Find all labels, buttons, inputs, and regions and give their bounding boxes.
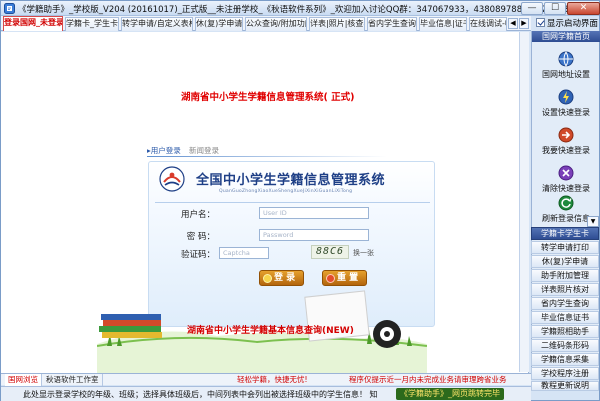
show-startup-label: 显示启动界面 xyxy=(547,19,599,29)
system-title: 全国中小学生学籍信息管理系统 xyxy=(196,173,386,188)
status-badge: 《学籍助手》_网页跳转完毕 xyxy=(396,388,504,400)
status-bar: 此处显示登录学校的年级、班级；选择具体班级后，中间列表中会列出被选择班级中的学生… xyxy=(1,386,531,401)
login-header: 全国中小学生学籍信息管理系统 QuanGuoZhongXiaoXueShengX… xyxy=(149,162,436,202)
bottom-tab-strip: 国网浏览 秋语软件工作室 轻松学籍，快捷无忧! 程序仅提示近一月内未完成业务请审… xyxy=(1,373,531,386)
refresh-icon xyxy=(558,195,574,211)
checkbox-checked-icon[interactable] xyxy=(536,18,545,27)
sidebar-item-label: 我要快速登录 xyxy=(542,146,590,155)
function-list: 学籍卡学生卡 转学申请打印 休(复)学申请 助手附加管理 详表照片核对 省内学生… xyxy=(531,227,599,392)
show-startup-checkbox[interactable]: 显示启动界面 xyxy=(536,17,598,30)
tab-online-debug[interactable]: 在线调试-帐号 xyxy=(469,17,507,31)
captcha-label: 验证码： xyxy=(180,250,215,260)
tab-scroll-left-icon[interactable]: ◀ xyxy=(508,18,518,29)
app-window: 《学籍助手》_学校版_V204 (20161017)_正式版__未注册学校_《秋… xyxy=(0,0,600,401)
system-pinyin: QuanGuoZhongXiaoXueShengXueJiXinXiGuanLi… xyxy=(219,189,353,194)
list-item[interactable]: 学校程序注册 xyxy=(531,367,599,380)
page-main-title: 湖南省中小学生学籍信息管理系统( 正式) xyxy=(181,92,355,103)
tab-province-query[interactable]: 省内学生查询 xyxy=(367,17,417,31)
list-item[interactable]: 学籍照相助手 xyxy=(531,325,599,338)
crumb-user-login[interactable]: ▸用户登录 xyxy=(147,145,181,156)
window-title-text: 《学籍助手》_学校版_V204 (20161017)_正式版__未注册学校_《秋… xyxy=(18,5,417,15)
close-button[interactable]: ✕ xyxy=(567,2,600,15)
list-item[interactable]: 学籍信息采集 xyxy=(531,353,599,366)
title-bar: 《学籍助手》_学校版_V204 (20161017)_正式版__未注册学校_《秋… xyxy=(1,1,600,16)
tab-student-card[interactable]: 学籍卡_学生卡 xyxy=(65,17,119,31)
list-item[interactable]: 详表照片核对 xyxy=(531,283,599,296)
globe-icon xyxy=(558,51,574,67)
sidebar-header[interactable]: 国网学籍首页 xyxy=(532,31,600,42)
username-label: 用户名： xyxy=(180,210,215,220)
password-label: 密 码： xyxy=(186,232,215,242)
login-arrow-icon xyxy=(558,127,574,143)
tab-studio[interactable]: 秋语软件工作室 xyxy=(43,374,103,386)
sidebar-item-label: 国网地址设置 xyxy=(542,70,590,79)
app-icon xyxy=(4,3,15,14)
captcha-input[interactable]: Captcha xyxy=(219,247,269,259)
notice-text: 轻松学籍，快捷无忧! xyxy=(237,375,308,384)
maximize-button[interactable]: ☐ xyxy=(544,2,566,15)
minimize-button[interactable]: — xyxy=(521,2,543,15)
username-input[interactable]: User ID xyxy=(259,207,369,219)
window-title: 《学籍助手》_学校版_V204 (20161017)_正式版__未注册学校_《秋… xyxy=(18,3,579,15)
tab-suspend[interactable]: 休(复)学申请 xyxy=(195,17,243,31)
education-logo-icon xyxy=(159,166,185,192)
list-item[interactable]: 毕业信息证书 xyxy=(531,311,599,324)
notice-text-2: 程序仅提示近一月内未完成业务请审理跨省业务 xyxy=(349,375,507,384)
list-item[interactable]: 休(复)学申请 xyxy=(531,255,599,268)
crumb-divider xyxy=(147,156,387,157)
sidebar-item-set-quick-login[interactable]: 设置快速登录 xyxy=(532,87,600,125)
tab-login[interactable]: 登录国网_未登录 xyxy=(3,16,63,31)
list-item[interactable]: 教程更新说明 xyxy=(531,381,599,391)
header-divider xyxy=(155,202,430,203)
login-button-label: 登 录 xyxy=(274,273,296,283)
tab-transfer[interactable]: 转学申请/自定义表格 xyxy=(121,17,193,31)
reset-button-label: 重 置 xyxy=(337,273,359,283)
main-tab-strip: 登录国网_未登录 学籍卡_学生卡 转学申请/自定义表格 休(复)学申请 公众查询… xyxy=(1,16,531,31)
sidebar-item-quick-login[interactable]: 我要快速登录 xyxy=(532,125,600,163)
captcha-image[interactable]: 88C6 xyxy=(311,245,349,259)
tab-public-query[interactable]: 公众查询/附加功能 xyxy=(245,17,307,31)
clear-icon xyxy=(558,165,574,181)
tab-scroll-right-icon[interactable]: ▶ xyxy=(519,18,529,29)
sidebar-item-label: 设置快速登录 xyxy=(542,108,590,117)
list-item[interactable]: 省内学生查询 xyxy=(531,297,599,310)
sidebar-item-url-settings[interactable]: 国网地址设置 xyxy=(532,49,600,87)
status-text: 此处显示登录学校的年级、班级；选择具体班级后，中间列表中会列出被选择班级中的学生… xyxy=(23,390,378,399)
captcha-refresh-link[interactable]: 换一张 xyxy=(353,248,374,258)
login-button-icon xyxy=(263,274,272,283)
list-item[interactable]: 二维码条形码 xyxy=(531,339,599,352)
tab-web-browse[interactable]: 国网浏览 xyxy=(5,374,42,386)
lightning-icon xyxy=(558,89,574,105)
content-scrollbar[interactable] xyxy=(519,32,529,372)
crumb-news-login[interactable]: 新闻登录 xyxy=(189,145,219,156)
password-input[interactable]: Password xyxy=(259,229,369,241)
web-content: 湖南省中小学生学籍信息管理系统( 正式) ▸用户登录 新闻登录 全国中小学生学籍… xyxy=(1,32,529,373)
reset-button-icon xyxy=(326,274,335,283)
book-stack xyxy=(99,314,162,338)
list-item[interactable]: 转学申请打印 xyxy=(531,241,599,254)
list-item[interactable]: 学籍卡学生卡 xyxy=(531,227,599,240)
sidebar-scroll-down-icon[interactable]: ▼ xyxy=(587,216,599,227)
crumb-user-login-text: 用户登录 xyxy=(150,146,181,155)
list-item[interactable]: 助手附加管理 xyxy=(531,269,599,282)
tab-details[interactable]: 详表|照片|核查表 xyxy=(309,17,365,31)
tab-graduation[interactable]: 毕业信息|证书 xyxy=(419,17,467,31)
footer-query-title[interactable]: 湖南省中小学生学籍基本信息查询(NEW) xyxy=(187,323,354,336)
